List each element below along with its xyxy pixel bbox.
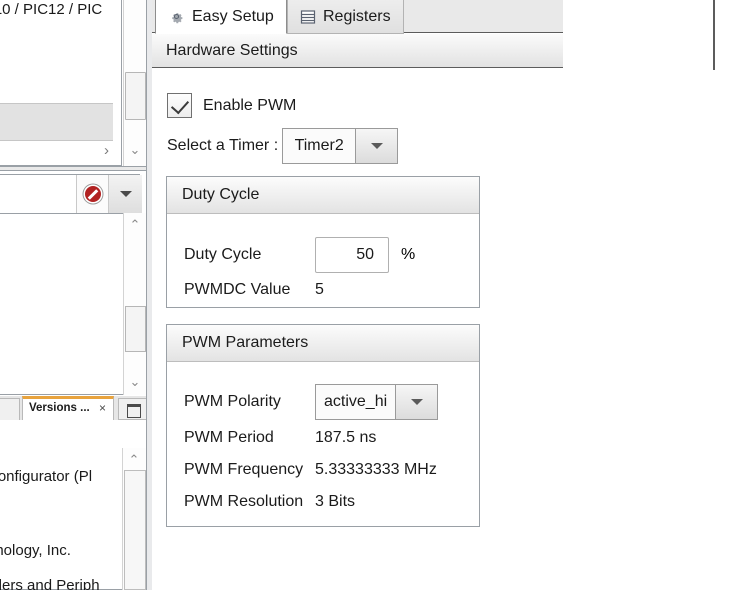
pwm-polarity-value[interactable]: active_hi (315, 384, 396, 420)
left-middle-scroll-down-icon[interactable]: ⌄ (123, 372, 147, 392)
enable-pwm-row[interactable]: Enable PWM (167, 93, 296, 118)
screen-root: C10 / PIC12 / PIC › ⌄ ⌃ ⌄ Versions ... × (0, 0, 738, 590)
select-timer-row: Select a Timer : Timer2 (167, 128, 398, 164)
minimize-window-button[interactable] (118, 398, 148, 420)
minimize-icon (127, 404, 141, 418)
output-scroll-up-icon[interactable]: ⌃ (122, 450, 146, 470)
pwm-polarity-dropdown-button[interactable] (396, 384, 438, 420)
duty-cycle-row: Duty Cycle 50 % (184, 237, 415, 273)
hardware-settings-title: Hardware Settings (166, 42, 298, 60)
bottom-tab-inactive[interactable] (0, 398, 20, 420)
panel-divider (0, 166, 152, 171)
panel-right-edge (713, 0, 715, 70)
registers-icon (300, 9, 316, 25)
left-middle-scrollbar[interactable] (123, 213, 148, 395)
device-list-selected-row[interactable] (0, 103, 113, 141)
pwm-polarity-row: PWM Polarity active_hi (184, 384, 438, 420)
select-timer-label: Select a Timer : (167, 137, 278, 155)
pwm-resolution-value: 3 Bits (315, 493, 355, 511)
pwm-parameters-group: PWM Parameters PWM Polarity active_hi PW… (166, 324, 480, 527)
pwm-resolution-label: PWM Resolution (184, 493, 315, 511)
pwm-frequency-value: 5.33333333 MHz (315, 461, 437, 479)
device-list-scroll-down-icon[interactable]: ⌄ (123, 140, 147, 160)
hardware-settings-header: Hardware Settings (152, 34, 563, 68)
pwm-period-label: PWM Period (184, 429, 315, 447)
tab-easy-setup-label: Easy Setup (192, 8, 274, 26)
output-line-1: Configurator (Pl (0, 468, 92, 485)
pwm-parameters-group-header: PWM Parameters (167, 325, 479, 362)
enable-pwm-label: Enable PWM (203, 97, 296, 115)
pwm-frequency-label: PWM Frequency (184, 461, 315, 479)
chevron-down-icon (371, 143, 383, 149)
pwm-resolution-row: PWM Resolution 3 Bits (184, 493, 355, 511)
output-line-3: ollers and Periph (0, 577, 100, 590)
select-timer-combobox[interactable]: Timer2 (282, 128, 398, 164)
duty-cycle-group: Duty Cycle Duty Cycle 50 % PWMDC Value 5 (166, 176, 480, 308)
left-middle-scroll-thumb[interactable] (125, 306, 146, 352)
tab-registers[interactable]: Registers (287, 0, 404, 34)
device-list-text: C10 / PIC12 / PIC (0, 1, 102, 18)
pwm-polarity-label: PWM Polarity (184, 393, 315, 411)
tab-easy-setup[interactable]: Easy Setup (155, 0, 287, 34)
duty-cycle-label: Duty Cycle (184, 246, 315, 264)
tree-expander-icon[interactable]: › (104, 142, 118, 162)
no-entry-icon (85, 186, 101, 202)
pwm-frequency-row: PWM Frequency 5.33333333 MHz (184, 461, 437, 479)
pwm-period-value: 187.5 ns (315, 429, 376, 447)
pwmdc-value-row: PWMDC Value 5 (184, 281, 324, 299)
easy-setup-panel: Easy Setup Registers Hardware Settings E… (152, 0, 563, 590)
pwmdc-value-label: PWMDC Value (184, 281, 315, 299)
pwm-parameters-group-title: PWM Parameters (182, 334, 308, 352)
bottom-tab-versions[interactable]: Versions ... × (22, 396, 114, 421)
pwm-period-row: PWM Period 187.5 ns (184, 429, 376, 447)
output-scroll-thumb[interactable] (124, 470, 146, 590)
gear-icon (168, 8, 185, 25)
enable-pwm-checkbox[interactable] (167, 93, 192, 118)
chevron-down-icon (411, 399, 423, 405)
duty-cycle-unit: % (401, 246, 415, 264)
duty-cycle-group-header: Duty Cycle (167, 177, 479, 214)
pwm-polarity-combobox[interactable]: active_hi (315, 384, 438, 420)
left-middle-scroll-up-icon[interactable]: ⌃ (123, 215, 147, 235)
pwmdc-value-text: 5 (315, 281, 324, 299)
select-timer-value[interactable]: Timer2 (282, 128, 356, 164)
left-ide-region: C10 / PIC12 / PIC › ⌄ ⌃ ⌄ Versions ... × (0, 0, 152, 590)
output-line-2: hnology, Inc. (0, 542, 71, 559)
duty-cycle-group-title: Duty Cycle (182, 186, 259, 204)
tab-registers-label: Registers (323, 8, 391, 26)
bottom-tab-label: Versions ... (29, 402, 90, 414)
left-middle-panel[interactable] (0, 213, 142, 395)
select-timer-dropdown-button[interactable] (356, 128, 398, 164)
duty-cycle-input[interactable]: 50 (315, 237, 389, 273)
device-list-scroll-thumb[interactable] (125, 72, 146, 120)
no-entry-icon-cell (76, 175, 108, 213)
left-combo-dropdown-button[interactable] (108, 175, 142, 213)
close-icon[interactable]: × (99, 401, 106, 415)
chevron-down-icon (120, 191, 132, 197)
